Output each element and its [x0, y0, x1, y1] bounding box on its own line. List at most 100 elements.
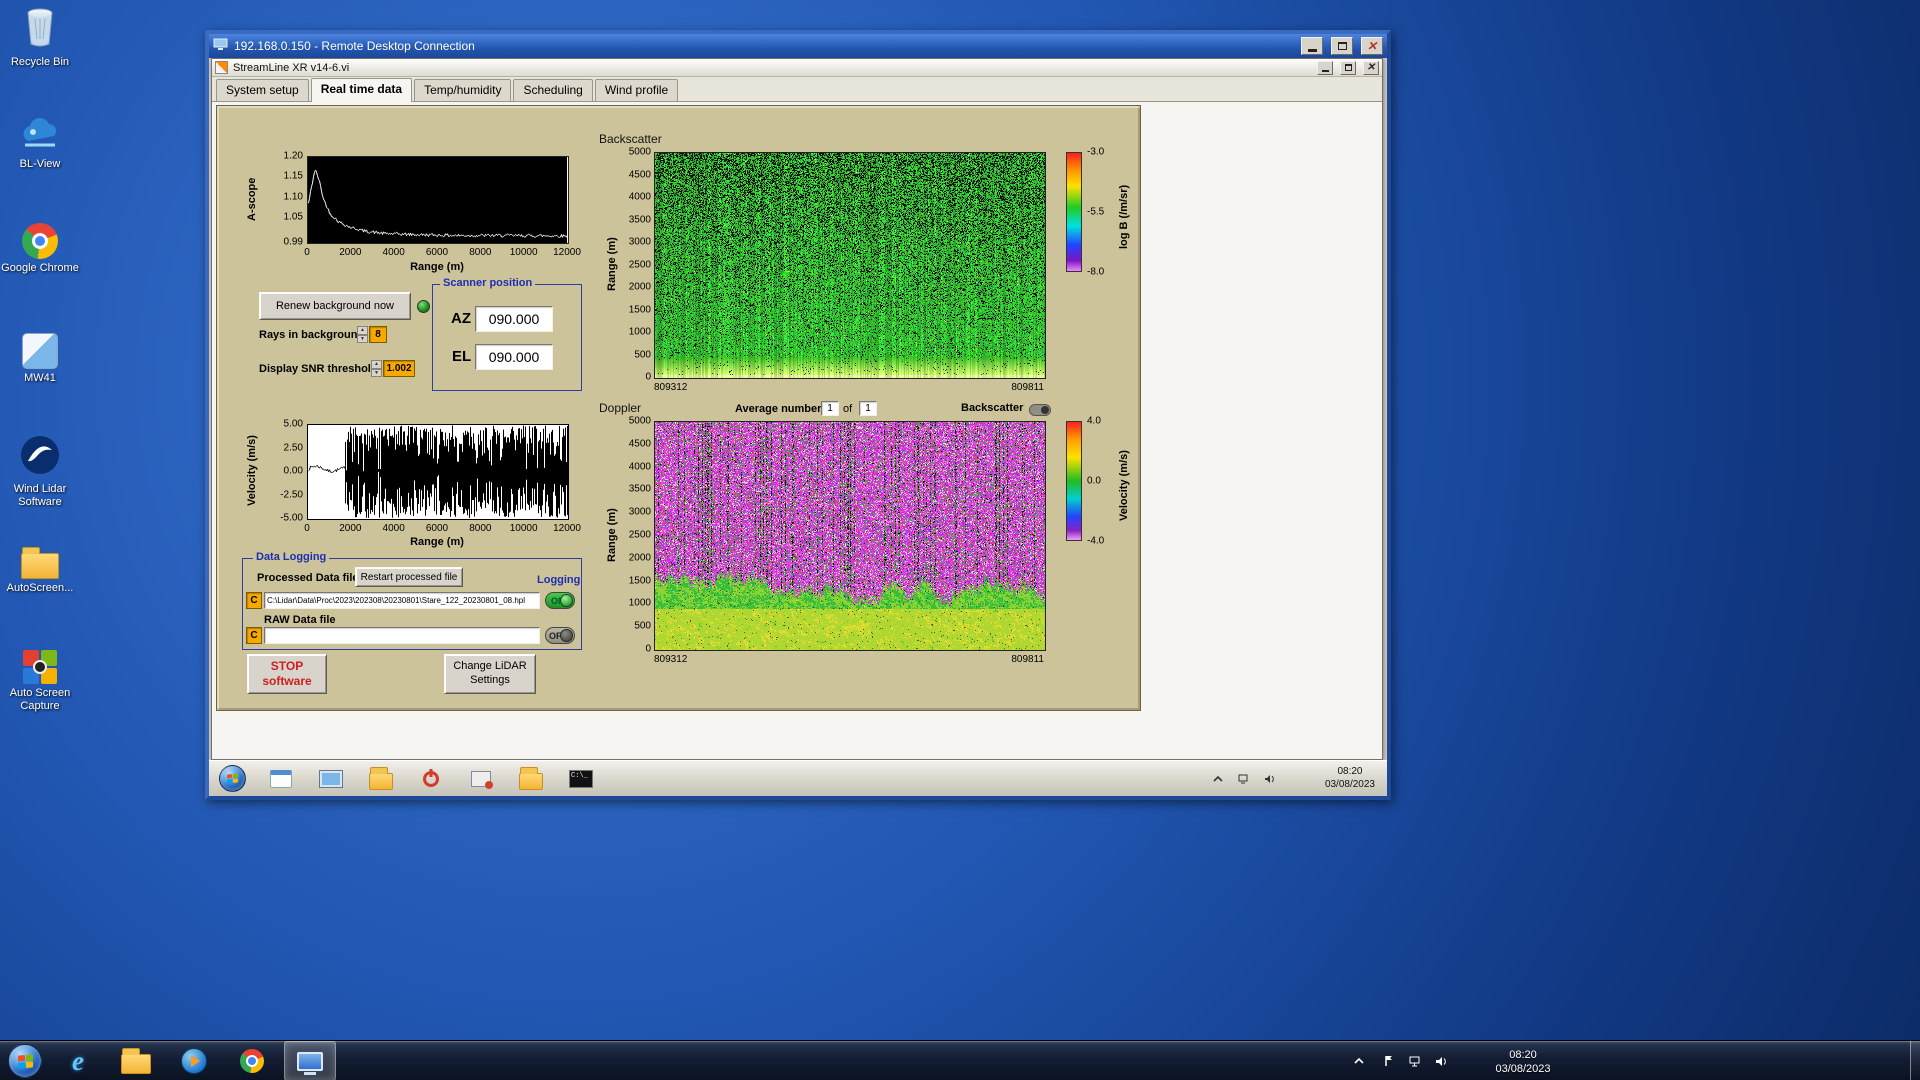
volume-tray-icon[interactable]	[1430, 1041, 1452, 1080]
remote-hidden-icons-button[interactable]	[1209, 765, 1227, 793]
screen-capture-icon	[471, 771, 493, 789]
desktop-icon-label: Google Chrome	[1, 262, 79, 274]
tick-label: 8000	[469, 247, 492, 258]
desktop-icon-autoscreen-folder[interactable]: AutoScreen...	[0, 545, 80, 595]
taskbar-item-internet-explorer[interactable]: e	[52, 1041, 104, 1080]
decrement-icon[interactable]: ▼	[371, 368, 382, 377]
desktop-icon-label: AutoScreen...	[6, 582, 74, 594]
el-value-field[interactable]: 090.000	[475, 344, 553, 370]
action-center-tray-icon[interactable]	[1378, 1041, 1400, 1080]
tick-label: 809811	[1011, 654, 1044, 665]
increment-icon[interactable]: ▲	[371, 360, 382, 369]
backscatter-x-ticks: 809312 809811	[654, 382, 1044, 394]
scanner-position-frame: Scanner position AZ 090.000 EL 090.000	[432, 277, 582, 391]
system-monitor-icon	[319, 770, 343, 788]
raw-logging-toggle[interactable]: OFF	[545, 627, 575, 644]
tick-label: 6000	[425, 247, 449, 258]
desktop-icon-bl-view[interactable]: BL-View	[0, 116, 80, 171]
app-close-button[interactable]: ✕	[1363, 60, 1379, 75]
clock[interactable]: 08:20 03/08/2023	[1487, 1048, 1559, 1077]
chrome-icon	[22, 223, 58, 259]
tick-label: -4.0	[1087, 535, 1105, 547]
taskbar-item-media-player[interactable]	[168, 1041, 220, 1080]
taskbar-item-file-explorer[interactable]	[110, 1041, 162, 1080]
average-total-field[interactable]: 1	[859, 401, 877, 416]
settings-button-line2: Settings	[470, 674, 510, 686]
average-number-field[interactable]: 1	[821, 401, 839, 416]
ascope-x-ticks: 0 2000 4000 6000 8000 10000 12000	[304, 247, 581, 259]
remote-desktop-icon	[297, 1051, 323, 1071]
remote-network-tray-icon[interactable]	[1235, 765, 1253, 793]
renew-background-button[interactable]: Renew background now	[259, 292, 411, 320]
az-value-field[interactable]: 090.000	[475, 306, 553, 332]
app-titlebar[interactable]: StreamLine XR v14-6.vi ✕	[212, 59, 1382, 77]
documents-icon	[369, 767, 393, 790]
decrement-icon[interactable]: ▼	[357, 334, 368, 343]
desktop-icon-label: Auto Screen Capture	[9, 687, 71, 713]
backscatter-colorbar	[1066, 152, 1082, 272]
ascope-plot	[307, 156, 569, 244]
remote-taskbar-item-5[interactable]	[461, 765, 501, 793]
rays-value-field[interactable]: 8	[369, 326, 387, 343]
windows-start-orb	[227, 773, 238, 784]
vi-icon	[215, 61, 228, 74]
network-tray-icon[interactable]	[1404, 1041, 1426, 1080]
doppler-colorbar-ticks: 4.0 0.0 -4.0	[1087, 416, 1121, 547]
rays-stepper[interactable]: ▲ ▼	[357, 326, 368, 343]
remote-taskbar-item-3[interactable]	[361, 765, 401, 793]
remote-taskbar-item-1[interactable]	[261, 765, 301, 793]
remote-volume-tray-icon[interactable]	[1261, 765, 1279, 793]
desktop-icon-auto-screen-capture[interactable]: Auto Screen Capture	[0, 650, 80, 713]
taskbar-item-remote-desktop[interactable]	[284, 1041, 336, 1080]
remote-taskbar-item-4[interactable]	[411, 765, 451, 793]
tick-label: 4000	[382, 247, 405, 258]
raw-path-field[interactable]	[264, 627, 540, 644]
tab-wind-profile[interactable]: Wind profile	[594, 79, 679, 101]
maximize-button[interactable]	[1331, 37, 1353, 55]
snr-stepper[interactable]: ▲ ▼	[371, 360, 382, 377]
backscatter-toggle[interactable]	[1029, 404, 1051, 416]
remote-taskbar-item-cmd[interactable]: C:\_	[561, 765, 601, 793]
processed-logging-toggle[interactable]: ON	[545, 592, 575, 609]
desktop-icon-mw41[interactable]: MW41	[0, 333, 80, 385]
led-indicator	[417, 300, 430, 313]
backscatter-toggle-label: Backscatter	[961, 402, 1024, 414]
processed-drive-box[interactable]: C	[246, 592, 262, 609]
tick-label: 8000	[469, 523, 492, 534]
close-button[interactable]: ✕	[1361, 37, 1383, 55]
tab-real-time-data[interactable]: Real time data	[310, 78, 413, 102]
app-window-title: StreamLine XR v14-6.vi	[233, 61, 350, 74]
hidden-icons-button[interactable]	[1348, 1041, 1370, 1080]
change-lidar-settings-button[interactable]: Change LiDAR Settings	[444, 654, 536, 694]
taskbar-item-chrome[interactable]	[226, 1041, 278, 1080]
app-maximize-button[interactable]	[1340, 60, 1356, 75]
desktop-icon-wind-lidar[interactable]: Wind Lidar Software	[0, 435, 80, 509]
restart-processed-file-button[interactable]: Restart processed file	[355, 567, 463, 587]
tab-bar: System setup Real time data Temp/humidit…	[212, 77, 1382, 102]
minimize-button[interactable]	[1301, 37, 1323, 55]
tick-label: 0	[304, 247, 310, 258]
show-desktop-button[interactable]	[1910, 1041, 1920, 1080]
stop-software-button[interactable]: STOP software	[247, 654, 327, 694]
tab-scheduling[interactable]: Scheduling	[513, 79, 593, 101]
raw-drive-box[interactable]: C	[246, 627, 262, 644]
tab-temp-humidity[interactable]: Temp/humidity	[414, 79, 512, 101]
desktop-icon-recycle-bin[interactable]: Recycle Bin	[0, 6, 80, 69]
tab-system-setup[interactable]: System setup	[216, 79, 309, 101]
start-button[interactable]	[8, 1044, 42, 1078]
desktop-icon-google-chrome[interactable]: Google Chrome	[0, 223, 80, 275]
remote-clock[interactable]: 08:20 03/08/2023	[1325, 766, 1375, 791]
processed-path-field[interactable]: C:\Lidar\Data\Proc\2023\202308\20230801\…	[264, 592, 540, 609]
remote-taskbar-item-2[interactable]	[311, 765, 351, 793]
hidden-icons-chevron	[1213, 775, 1223, 782]
rdp-titlebar[interactable]: 192.168.0.150 - Remote Desktop Connectio…	[209, 34, 1387, 58]
tick-label: 5000	[628, 415, 651, 427]
backscatter-y-axis-label: Range (m)	[606, 237, 618, 292]
snr-value-field[interactable]: 1.002	[383, 360, 415, 377]
remote-taskbar-item-6[interactable]	[511, 765, 551, 793]
tick-label: 0.0	[1087, 475, 1101, 487]
remote-start-button[interactable]	[219, 765, 246, 792]
tick-label: 1500	[628, 304, 651, 315]
increment-icon[interactable]: ▲	[357, 326, 368, 335]
app-minimize-button[interactable]	[1317, 60, 1333, 75]
